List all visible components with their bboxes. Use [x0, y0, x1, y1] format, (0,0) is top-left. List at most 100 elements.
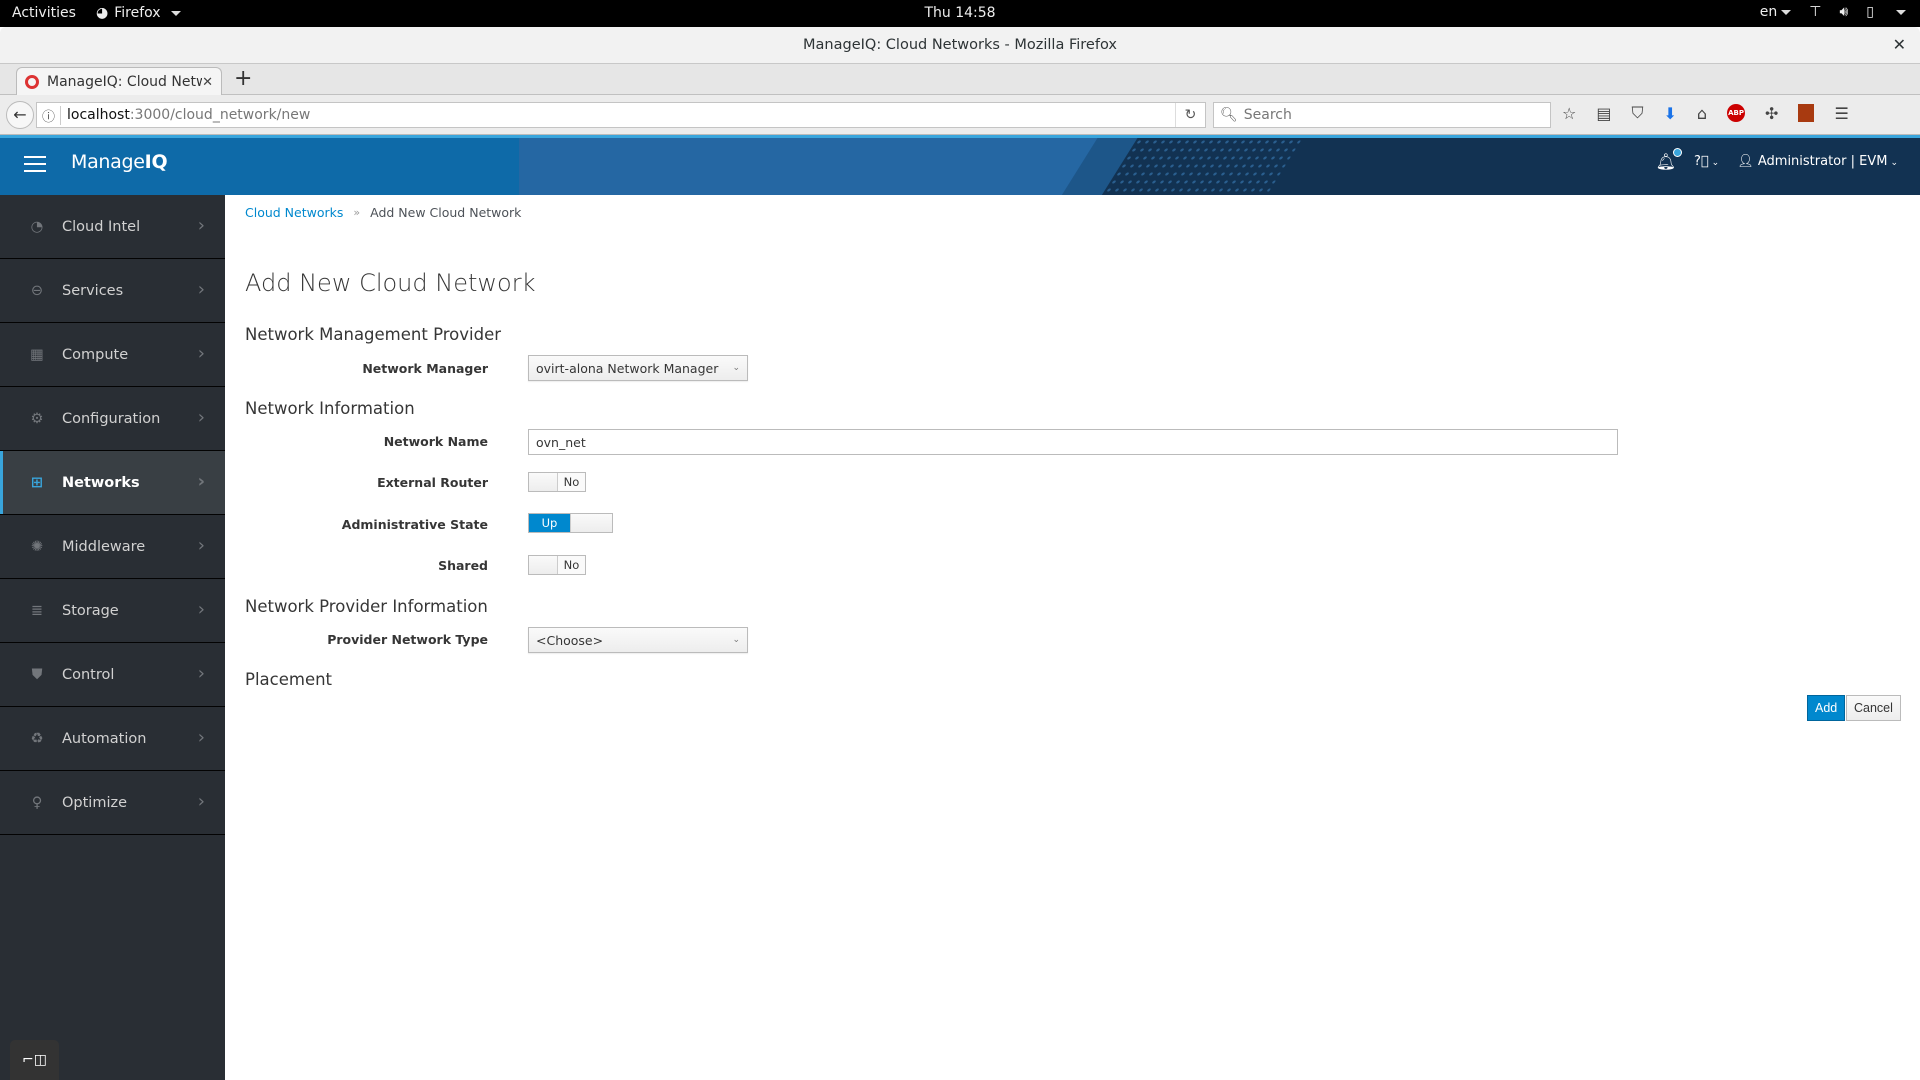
new-tab-button[interactable]: +: [234, 66, 252, 91]
app-header: ManageIQ 🔔︎ ?⃝ ⌄ 👤︎ Administrator | EVM ⌄: [0, 135, 1920, 195]
tab-title: ManageIQ: Cloud Netw: [47, 74, 203, 90]
notifications-button[interactable]: 🔔︎: [1656, 148, 1682, 171]
menu-icon[interactable]: ☰: [1834, 104, 1848, 123]
question-circle-icon: ?⃝: [1693, 154, 1709, 169]
network-icon: ⊞: [30, 474, 44, 491]
sidebar-item-automation[interactable]: ♻ Automation ›: [0, 707, 225, 771]
external-router-label: External Router: [377, 475, 488, 490]
sidebar-item-storage[interactable]: ≣ Storage ›: [0, 579, 225, 643]
tab-close-icon[interactable]: ✕: [202, 75, 213, 90]
chevron-right-icon: ›: [197, 663, 205, 684]
system-top-bar: Activities ◕ Firefox Thu 14:58 en ⊤ 🔊︎ ▯: [0, 0, 1920, 27]
window-close-button[interactable]: ✕: [1893, 27, 1906, 63]
bookmark-star-icon[interactable]: ☆: [1562, 104, 1576, 123]
breadcrumb-cloud-networks[interactable]: Cloud Networks: [245, 205, 343, 220]
sidebar-item-control[interactable]: ⛊ Control ›: [0, 643, 225, 707]
add-button[interactable]: Add: [1807, 695, 1846, 721]
database-icon: ≣: [30, 602, 44, 619]
reading-list-icon[interactable]: ▤: [1596, 104, 1611, 123]
home-icon[interactable]: ⌂: [1697, 104, 1707, 123]
shared-toggle[interactable]: No: [528, 555, 586, 575]
accessibility-glasses-icon[interactable]: ⌐◫: [10, 1040, 59, 1080]
help-menu-button[interactable]: ?⃝ ⌄: [1694, 154, 1719, 169]
section-provider: Network Management Provider: [245, 325, 502, 344]
chevron-right-icon: ›: [197, 471, 205, 492]
browser-navbar: ← ⓘ localhost:3000/cloud_network/new ↻ 🔍…: [0, 95, 1920, 135]
sidebar-item-label: Automation: [62, 730, 147, 747]
sidebar-item-middleware[interactable]: ✺ Middleware ›: [0, 515, 225, 579]
gear-icon: ⚙: [30, 410, 44, 427]
tachometer-icon: ◔: [30, 218, 44, 235]
sidebar-item-cloud-intel[interactable]: ◔ Cloud Intel ›: [0, 195, 225, 259]
sidebar-item-label: Optimize: [62, 794, 128, 811]
language-selector[interactable]: en: [1760, 4, 1792, 20]
sidebar-item-compute[interactable]: ▦ Compute ›: [0, 323, 225, 387]
provider-network-type-select[interactable]: <Choose> ⌄: [528, 627, 748, 653]
chevron-right-icon: ›: [197, 215, 205, 236]
reload-icon[interactable]: ↻: [1175, 103, 1205, 127]
recycle-icon: ♻: [30, 730, 44, 747]
network-name-label: Network Name: [383, 434, 488, 449]
sidebar-item-label: Compute: [62, 346, 129, 363]
window-title: ManageIQ: Cloud Networks - Mozilla Firef…: [803, 37, 1117, 53]
url-bar[interactable]: ⓘ localhost:3000/cloud_network/new ↻: [36, 102, 1206, 128]
sidebar-item-label: Services: [62, 282, 124, 299]
chevron-right-icon: ›: [197, 407, 205, 428]
user-icon: 👤︎: [1737, 154, 1754, 169]
sidebar-item-label: Control: [62, 666, 115, 683]
toggle-state: Up: [529, 514, 570, 532]
sidebar-item-services[interactable]: ⊖ Services ›: [0, 259, 225, 323]
section-network-info: Network Information: [245, 399, 415, 418]
brand-bold: IQ: [144, 151, 168, 173]
user-menu-button[interactable]: 👤︎ Administrator | EVM ⌄: [1737, 154, 1898, 169]
pocket-icon[interactable]: ⛉: [1631, 103, 1643, 123]
cancel-button[interactable]: Cancel: [1846, 695, 1901, 721]
clock[interactable]: Thu 14:58: [0, 5, 1920, 21]
network-manager-label: Network Manager: [362, 361, 488, 376]
search-input[interactable]: 🔍︎ Search: [1213, 102, 1551, 128]
toggle-handle: [529, 473, 558, 491]
chevron-right-icon: ›: [197, 599, 205, 620]
extension-2-icon[interactable]: [1798, 104, 1815, 122]
volume-icon[interactable]: 🔊︎: [1839, 4, 1848, 20]
page-title: Add New Cloud Network: [245, 269, 536, 297]
section-placement: Placement: [245, 670, 333, 689]
search-placeholder: Search: [1243, 107, 1292, 123]
search-icon: 🔍︎: [1220, 107, 1238, 123]
chevron-right-icon: ›: [197, 343, 205, 364]
cpu-icon: ▦: [30, 346, 44, 363]
sidebar-item-label: Cloud Intel: [62, 218, 141, 235]
brand-logo[interactable]: ManageIQ: [71, 151, 168, 173]
system-menu-caret-icon[interactable]: [1896, 9, 1906, 15]
chevron-right-icon: ›: [197, 791, 205, 812]
browser-tab[interactable]: ManageIQ: Cloud Netw ✕: [16, 67, 222, 96]
sidebar-item-label: Configuration: [62, 410, 161, 427]
network-icon[interactable]: ⊤: [1809, 4, 1821, 20]
network-manager-value: ovirt-alona Network Manager: [536, 360, 719, 376]
network-manager-select[interactable]: ovirt-alona Network Manager ⌄: [528, 355, 748, 381]
adblock-icon[interactable]: ABP: [1727, 104, 1746, 122]
shared-label: Shared: [438, 558, 488, 573]
hamburger-menu-icon[interactable]: [24, 156, 46, 177]
network-name-input[interactable]: ovn_net: [528, 429, 1618, 455]
external-router-toggle[interactable]: No: [528, 472, 586, 492]
url-host: localhost: [67, 107, 130, 123]
sidebar-item-optimize[interactable]: ♀ Optimize ›: [0, 771, 225, 835]
admin-state-toggle[interactable]: Up: [528, 513, 613, 533]
back-button[interactable]: ←: [6, 101, 34, 129]
sidebar-item-networks[interactable]: ⊞ Networks ›: [0, 451, 225, 515]
chevron-right-icon: ›: [197, 535, 205, 556]
sidebar-item-configuration[interactable]: ⚙ Configuration ›: [0, 387, 225, 451]
battery-icon[interactable]: ▯: [1866, 4, 1874, 20]
sidebar-item-label: Storage: [62, 602, 119, 619]
chevron-down-icon: ⌄: [1711, 158, 1720, 168]
middleware-icon: ✺: [30, 538, 44, 555]
site-info-icon[interactable]: ⓘ: [37, 105, 61, 125]
services-icon: ⊖: [30, 282, 44, 299]
breadcrumb-separator: »: [353, 206, 361, 219]
user-label: Administrator | EVM: [1757, 154, 1888, 169]
download-icon[interactable]: ⬇: [1663, 104, 1676, 123]
manageiq-favicon-icon: [25, 75, 39, 89]
extension-icon[interactable]: ✣: [1765, 104, 1778, 123]
section-provider-info: Network Provider Information: [245, 597, 488, 616]
